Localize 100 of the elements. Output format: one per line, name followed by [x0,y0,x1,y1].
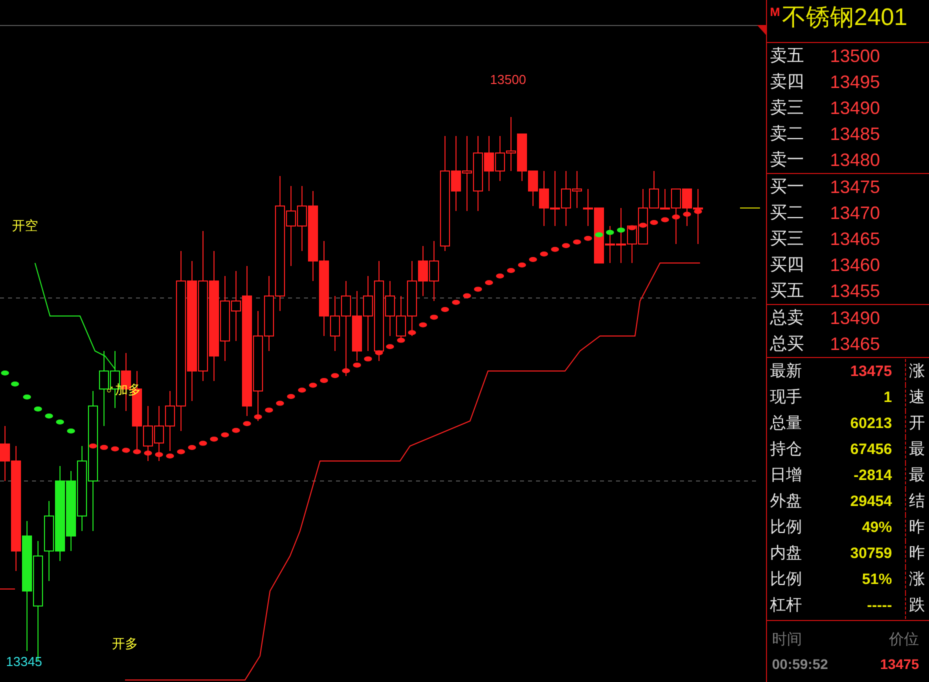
signal-label: 开空 [12,219,38,232]
sar-dot [309,382,317,388]
row-label: 比例 [769,570,803,590]
sar-dot [584,236,592,241]
sar-dot [122,448,130,453]
sar-dot [672,214,680,220]
sar-dot [639,222,647,228]
sar-dot [100,444,108,450]
quote-value: 29454 [849,492,892,512]
price-value: 13465 [830,228,880,250]
market-label: M [770,6,780,18]
row-label: 比例 [769,518,803,538]
sar-dot [540,252,548,256]
row-label: 持仓 [769,440,803,460]
row-label: 买三 [770,228,805,250]
price-label: 13500 [490,73,526,86]
sar-dot [34,406,42,412]
sar-dot [199,440,207,446]
row-label: 卖三 [770,97,805,120]
row-label: 涨 [908,570,925,590]
sar-dot [298,388,306,393]
row-label: 卖一 [770,149,805,172]
sar-dot [254,414,262,420]
sar-dot [430,314,438,320]
sar-dot [496,274,504,278]
sar-dot [210,436,218,442]
price-value: 13485 [830,122,880,146]
row-label: 总卖 [770,307,805,330]
sar-dot [364,356,372,362]
row-label: 日增 [769,466,803,486]
sar-dot [562,243,570,248]
sar-dot [56,420,64,424]
quote-value: 1 [882,388,892,408]
sar-dot [518,262,526,268]
row-label: 总买 [770,333,805,356]
price-value: 13480 [830,148,880,172]
sar-dot [287,394,295,400]
sar-dot [188,445,196,450]
signal-label: 开多 [112,637,138,650]
tick-price: 13475 [880,654,919,674]
row-label: 买五 [770,280,805,302]
sar-dot [408,330,416,336]
sar-dot [551,246,559,252]
row-label: 买四 [770,254,805,276]
price-label: 13345 [6,655,42,668]
candle [517,134,527,182]
quote-value: 51% [860,570,892,590]
sar-dot [265,408,273,413]
sar-dot [595,232,603,238]
candle [154,406,164,462]
sar-dot [386,344,394,350]
row-label: 现手 [769,388,803,408]
price-value: 13475 [830,176,880,198]
row-label: 最 [908,440,925,460]
sar-dot [573,240,581,244]
price-value: 13490 [830,306,880,330]
sar-dot [485,280,493,286]
price-value: 13460 [830,254,880,276]
sar-dot [397,338,405,343]
sar-dot [67,428,75,434]
candle [297,186,307,252]
sar-dot [474,286,482,292]
quote-value: ----- [866,596,892,616]
sar-dot [441,307,449,312]
row-label: 跌 [908,596,925,616]
row-label: 卖四 [770,71,805,94]
sar-dot [617,228,625,233]
price-value: 13495 [830,70,880,94]
candle [550,170,560,226]
sar-dot [375,350,383,356]
candle [352,290,362,362]
sar-dot [133,449,141,454]
sar-dot [661,217,669,222]
quote-value: 49% [860,518,892,538]
sar-dot [276,400,284,406]
quote-value: 60213 [849,414,892,434]
price-value: 13455 [830,280,880,302]
column-header: 价位 [889,630,919,650]
row-label: 总量 [769,414,803,434]
price-value: 13470 [830,202,880,224]
quote-value: -2814 [852,466,892,486]
quote-value: 30759 [849,544,892,564]
price-value: 13490 [830,96,880,120]
candle [495,136,505,182]
sar-dot [320,378,328,383]
sar-dot [628,225,636,230]
sar-dot [650,220,658,225]
row-label: 杠杆 [769,596,803,616]
sar-dot [452,300,460,305]
symbol-title: 不锈钢2401 [782,6,908,30]
quote-value: 13475 [849,362,892,382]
row-label: 昨 [908,544,925,564]
column-header: 时间 [772,630,802,650]
sar-dot [243,421,251,426]
sar-dot [23,394,31,400]
quote-value: 67456 [849,440,892,460]
sar-dot [507,268,515,273]
sar-dot [166,454,174,458]
row-label: 内盘 [769,544,803,564]
price-value: 13500 [830,44,880,68]
